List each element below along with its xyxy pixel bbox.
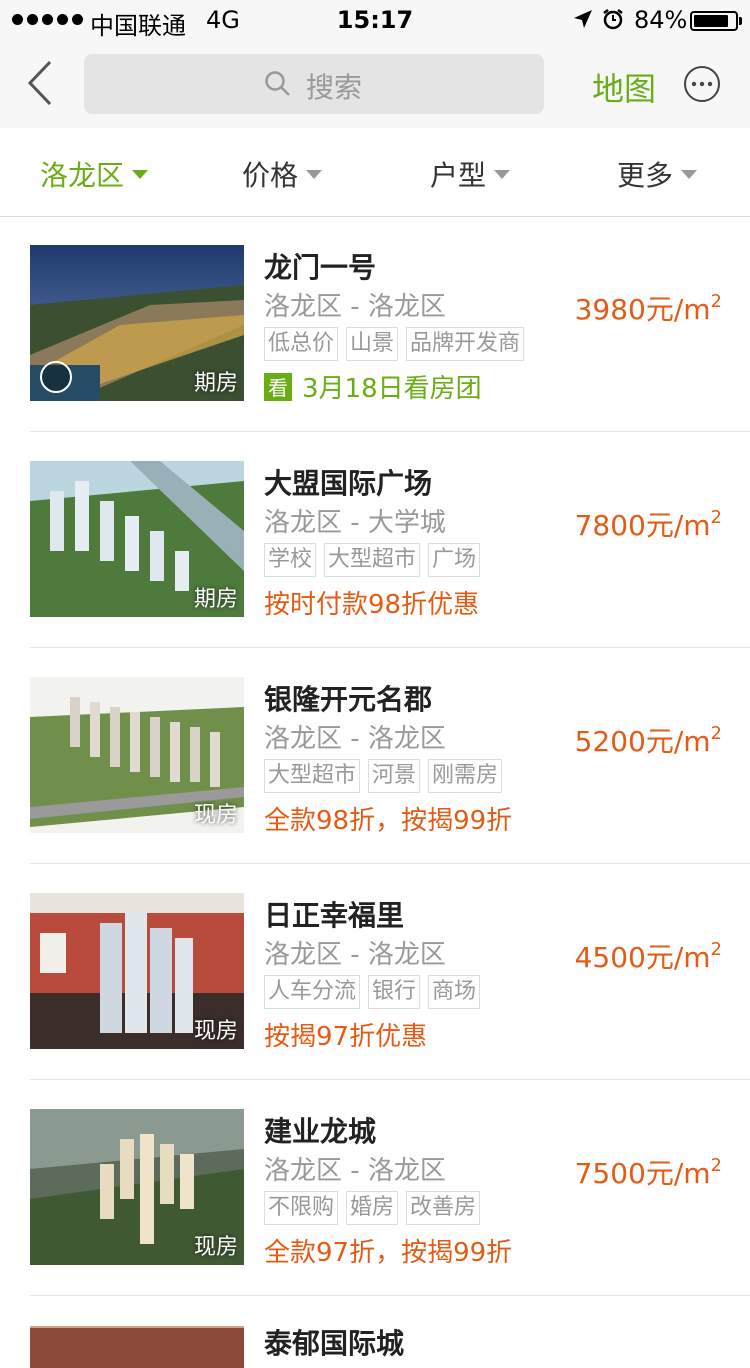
listing-item-partial[interactable]: 泰郁国际城: [30, 1296, 750, 1368]
tag: 婚房: [346, 1191, 399, 1225]
sale-state-label: 现房: [193, 1235, 238, 1260]
promo-text: 按揭97折优惠: [264, 1022, 428, 1052]
listing-promo: 看 3月18日看房团: [264, 368, 482, 405]
filter-more[interactable]: 更多: [617, 154, 698, 194]
promo-text: 3月18日看房团: [302, 374, 482, 404]
tag: 不限购: [264, 1191, 339, 1225]
tag: 改善房: [406, 1191, 481, 1225]
listing-photo: 现房: [30, 1109, 244, 1265]
back-arrow-icon[interactable]: [22, 58, 62, 108]
status-bar: 中国联通 4G 15:17 84%: [0, 0, 750, 40]
listing-tags: 人车分流 银行 商场: [264, 975, 481, 1009]
listing-location: 洛龙区 - 洛龙区: [264, 1156, 446, 1186]
tag: 广场: [428, 543, 481, 577]
filter-layout[interactable]: 户型: [430, 154, 511, 194]
search-placeholder: 搜索: [306, 71, 363, 104]
filter-label: 户型: [430, 159, 487, 192]
listing-item[interactable]: 期房 龙门一号 洛龙区 - 洛龙区 低总价 山景 品牌开发商 看 3月18日看房…: [30, 216, 750, 432]
listing-photo: [30, 1326, 244, 1368]
alarm-icon: [603, 9, 623, 30]
listing-item[interactable]: 现房 日正幸福里 洛龙区 - 洛龙区 人车分流 银行 商场 按揭97折优惠 45…: [30, 864, 750, 1080]
listing-price: 5200元/m2: [574, 723, 722, 758]
listing-promo: 按时付款98折优惠: [264, 584, 479, 621]
battery-icon: [690, 11, 738, 31]
sale-state-label: 现房: [193, 803, 238, 828]
sale-state-label: 现房: [193, 1019, 238, 1044]
tag: 低总价: [264, 327, 339, 361]
listing-name: 龙门一号: [264, 251, 377, 284]
tag: 品牌开发商: [406, 327, 525, 361]
listing-name: 泰郁国际城: [264, 1327, 405, 1360]
listing-location: 洛龙区 - 大学城: [264, 508, 446, 538]
listing-location: 洛龙区 - 洛龙区: [264, 292, 446, 322]
promo-text: 全款98折，按揭99折: [264, 806, 513, 836]
sale-state-label: 期房: [193, 587, 238, 612]
more-options-icon[interactable]: [682, 64, 722, 104]
tag: 学校: [264, 543, 317, 577]
listing-tags: 低总价 山景 品牌开发商: [264, 327, 525, 361]
filter-label: 洛龙区: [40, 159, 125, 192]
listing-price: 4500元/m2: [574, 939, 722, 974]
battery-tip: [739, 17, 742, 25]
battery-percent: 84%: [634, 6, 688, 34]
listing-name: 日正幸福里: [264, 899, 405, 932]
listing-name: 建业龙城: [264, 1115, 377, 1148]
listing-name: 大盟国际广场: [264, 467, 433, 500]
listing-price: 7500元/m2: [574, 1155, 722, 1190]
nav-bar: 搜索 地图: [0, 40, 750, 128]
map-button[interactable]: 地图: [592, 64, 656, 110]
filter-label: 价格: [242, 159, 299, 192]
search-icon: [265, 71, 290, 96]
tag: 银行: [368, 975, 421, 1009]
sale-state-label: 期房: [193, 371, 238, 396]
location-arrow-icon: [574, 10, 592, 28]
listing-promo: 全款97折，按揭99折: [264, 1232, 512, 1269]
chat-bubble-icon[interactable]: [40, 361, 72, 393]
listing-photo: 现房: [30, 893, 244, 1049]
listing-item[interactable]: 现房 银隆开元名郡 洛龙区 - 洛龙区 大型超市 河景 刚需房 全款98折，按揭…: [30, 648, 750, 864]
filter-district[interactable]: 洛龙区: [40, 154, 149, 194]
tag: 河景: [368, 759, 421, 793]
dropdown-arrow-icon: [132, 169, 149, 179]
listing-photo: 现房: [30, 677, 244, 833]
dropdown-arrow-icon: [306, 169, 323, 179]
tag: 人车分流: [264, 975, 361, 1009]
visit-badge: 看: [264, 372, 292, 401]
dropdown-arrow-icon: [494, 169, 511, 179]
listing-name: 银隆开元名郡: [264, 683, 433, 716]
listing-item[interactable]: 现房 建业龙城 洛龙区 - 洛龙区 不限购 婚房 改善房 全款97折，按揭99折…: [30, 1080, 750, 1296]
listing-promo: 按揭97折优惠: [264, 1016, 427, 1053]
listing-tags: 大型超市 河景 刚需房: [264, 759, 503, 793]
filter-price[interactable]: 价格: [242, 154, 323, 194]
listing-tags: 学校 大型超市 广场: [264, 543, 481, 577]
listing-item[interactable]: 期房 大盟国际广场 洛龙区 - 大学城 学校 大型超市 广场 按时付款98折优惠…: [30, 432, 750, 648]
listing-price: 3980元/m2: [574, 291, 722, 326]
promo-text: 按时付款98折优惠: [264, 590, 480, 620]
tag: 山景: [346, 327, 399, 361]
filter-label: 更多: [617, 159, 674, 192]
listing-location: 洛龙区 - 洛龙区: [264, 724, 446, 754]
tag: 大型超市: [324, 543, 421, 577]
tag: 大型超市: [264, 759, 361, 793]
listing-price: 7800元/m2: [574, 507, 722, 542]
tag: 刚需房: [428, 759, 503, 793]
promo-text: 全款97折，按揭99折: [264, 1238, 513, 1268]
listing-photo: 期房: [30, 245, 244, 401]
search-box[interactable]: 搜索: [84, 54, 544, 114]
dropdown-arrow-icon: [681, 169, 698, 179]
tag: 商场: [428, 975, 481, 1009]
listing-photo: 期房: [30, 461, 244, 617]
listing-location: 洛龙区 - 洛龙区: [264, 940, 446, 970]
listing-tags: 不限购 婚房 改善房: [264, 1191, 481, 1225]
listing-promo: 全款98折，按揭99折: [264, 800, 512, 837]
filter-bar: 洛龙区 价格 户型 更多: [0, 128, 750, 217]
listing-list: 期房 龙门一号 洛龙区 - 洛龙区 低总价 山景 品牌开发商 看 3月18日看房…: [0, 216, 750, 1368]
